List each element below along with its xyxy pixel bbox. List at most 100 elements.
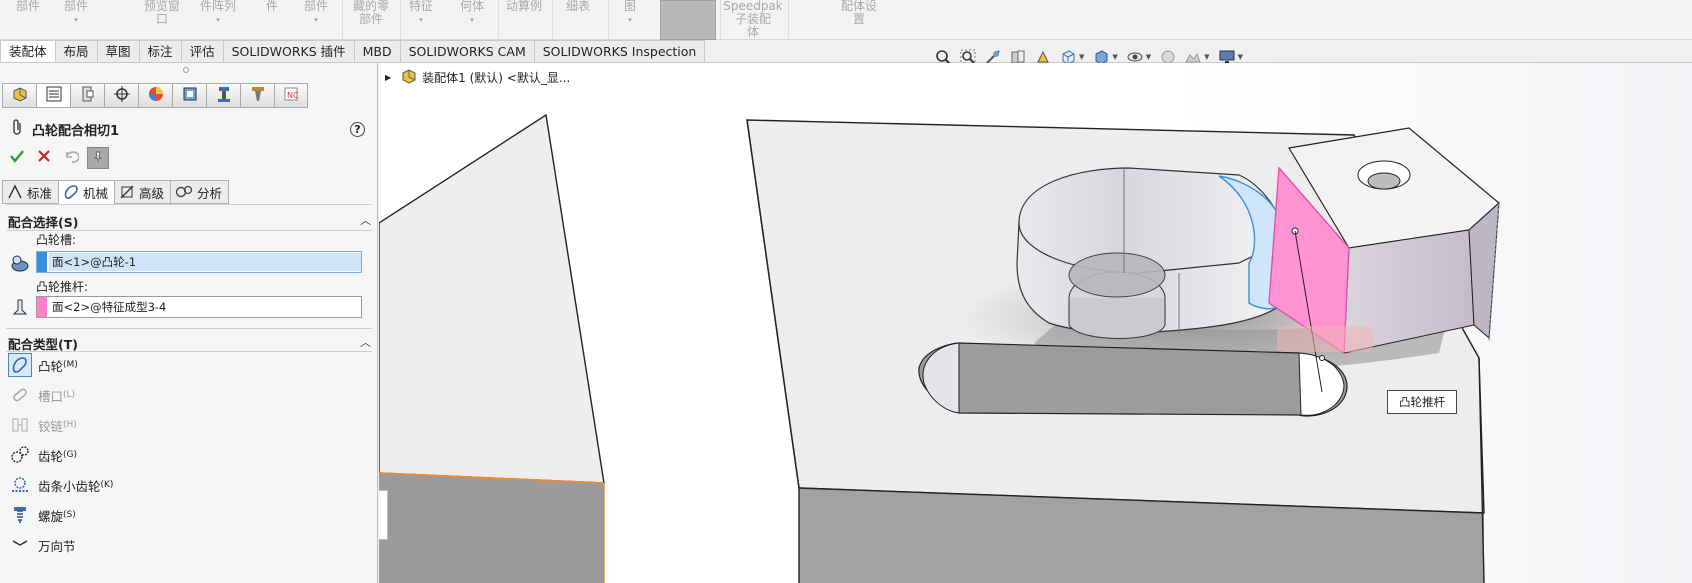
panel-collapse-handle[interactable] [379, 490, 388, 540]
tab-addins[interactable]: SOLIDWORKS 插件 [223, 40, 355, 63]
ribbon-btn-9[interactable]: 动算例 [502, 0, 546, 40]
ribbon-btn-10[interactable]: 细表 [560, 0, 596, 40]
cam-follower-field[interactable]: 面<2>@特征成型3-4 [36, 296, 362, 318]
collapse-selections-icon[interactable]: ︿ [360, 212, 371, 228]
cam-follower-icon [10, 298, 30, 318]
mate-type-gear[interactable]: 齿轮 (G) [8, 443, 77, 467]
advanced-mate-icon [120, 185, 134, 199]
configuration-icon [79, 85, 97, 106]
crosshair-icon [113, 85, 131, 106]
mate-type-slot[interactable]: 槽口 (L) [8, 383, 75, 407]
featuremanager-tab[interactable] [2, 83, 36, 108]
ribbon-btn-11[interactable]: 图 ▾ [620, 0, 640, 40]
standard-mate-icon [8, 184, 22, 199]
cam-feature-tab[interactable] [172, 83, 206, 108]
cam-feature-icon [181, 85, 199, 106]
cam-slot-value: 面<1>@凸轮-1 [49, 253, 361, 271]
mate-selections-header[interactable]: 配合选择(S) [8, 212, 78, 231]
tab-evaluate[interactable]: 评估 [181, 40, 224, 63]
gear-icon [8, 443, 32, 467]
cam-icon [8, 353, 32, 377]
tab-mechanical[interactable]: 机械 [58, 180, 115, 204]
featuremanager-icon [11, 85, 29, 106]
undo-icon [63, 148, 80, 169]
configurationmanager-tab[interactable] [70, 83, 104, 108]
tab-advanced[interactable]: 高级 [114, 180, 171, 204]
tab-mbd[interactable]: MBD [354, 40, 401, 63]
checkmark-icon [9, 148, 25, 169]
tab-assembly[interactable]: 装配体 [0, 40, 56, 63]
ribbon-btn-5[interactable]: 部件 ▾ [296, 0, 336, 40]
cam-nc-tab[interactable]: NC [274, 83, 308, 108]
cam-follower-color-swatch [37, 297, 47, 317]
ribbon-btn-3[interactable]: 件阵列 ▾ [188, 0, 248, 40]
ribbon-btn-config[interactable]: 配体设置 [834, 0, 884, 40]
tab-sketch[interactable]: 草图 [97, 40, 140, 63]
ribbon-btn-1[interactable]: 部件 ▾ [56, 0, 96, 40]
hinge-icon [8, 413, 32, 437]
cam-part[interactable] [1016, 167, 1285, 339]
ribbon-btn-2[interactable]: 预览窗口 [136, 0, 188, 40]
ribbon-btn-6[interactable]: 藏的零 部件 [346, 0, 396, 40]
ribbon-btn-8[interactable]: 何体 ▾ [454, 0, 490, 40]
cam-slot-icon [10, 253, 30, 273]
ok-button[interactable] [6, 147, 28, 169]
collapse-types-icon[interactable]: ︿ [360, 334, 371, 350]
rack-pinion-icon [8, 473, 32, 497]
manager-tabs: NC [2, 83, 308, 108]
displaymanager-tab[interactable] [138, 83, 172, 108]
tab-standard[interactable]: 标准 [2, 180, 59, 204]
base-slot[interactable] [918, 342, 1348, 417]
tab-analysis[interactable]: 分析 [170, 180, 230, 204]
cancel-button[interactable] [33, 147, 55, 169]
mate-type-hinge[interactable]: 铰链 (H) [8, 413, 77, 437]
propertymanager-tab[interactable] [36, 83, 70, 108]
cam-slot-field[interactable]: 面<1>@凸轮-1 [36, 251, 362, 273]
cam-operation-tab[interactable] [206, 83, 240, 108]
cam-follower-label: 凸轮推杆: [36, 280, 89, 294]
ribbon-btn-7[interactable]: 特征 ▾ [404, 0, 438, 40]
mate-name: 凸轮配合相切1 [32, 123, 120, 139]
tab-inspection[interactable]: SOLIDWORKS Inspection [534, 40, 706, 63]
follower-part[interactable] [1268, 127, 1500, 355]
cam-follower-value: 面<2>@特征成型3-4 [52, 300, 167, 314]
cam-tool-icon [249, 85, 267, 106]
ribbon-btn-4[interactable]: 件 [260, 0, 284, 40]
left-block[interactable] [379, 113, 605, 583]
screw-icon [8, 503, 32, 527]
command-tabs: 装配体 布局 草图 标注 评估 SOLIDWORKS 插件 MBD SOLIDW… [0, 40, 706, 63]
analysis-icon [175, 185, 193, 198]
cam-tool-tab[interactable] [240, 83, 274, 108]
cam-mate-icon [64, 185, 78, 200]
solidworks-window: 部件 部件 ▾ 预览窗口 件阵列 ▾ 件 部件 ▾ 藏的零 部件 特征 ▾ 何体 ▾ 动算例… [0, 0, 1692, 583]
mate-type-universal-joint[interactable]: 万向节 [8, 533, 76, 557]
ribbon-selected-button[interactable] [660, 0, 716, 40]
graphics-area[interactable]: ▶ 装配体1 (默认) <默认_显... 凸轮推杆 [379, 63, 1692, 583]
cam-slot-label: 凸轮槽: [36, 233, 77, 247]
panel-grip[interactable] [183, 67, 189, 73]
panel-title: 凸轮配合相切1 [10, 119, 119, 139]
ribbon-btn-speedpak[interactable]: Speedpak 子装配体 [722, 0, 784, 40]
mate-type-cam[interactable]: 凸轮 (M) [8, 353, 78, 377]
tab-layout[interactable]: 布局 [55, 40, 98, 63]
undo-button[interactable] [60, 147, 82, 169]
model-geometry [379, 113, 1500, 583]
mate-tabs: 标准 机械 高级 分析 [2, 180, 230, 204]
ribbon-btn-0[interactable]: 部件 [8, 0, 48, 40]
slot-icon [8, 383, 32, 407]
cam-operation-icon [215, 85, 233, 106]
dimxpert-tab[interactable] [104, 83, 138, 108]
propertymanager-icon [45, 85, 63, 106]
command-ribbon: 部件 部件 ▾ 预览窗口 件阵列 ▾ 件 部件 ▾ 藏的零 部件 特征 ▾ 何体 ▾ 动算例… [0, 0, 1692, 40]
svg-text:NC: NC [287, 91, 299, 100]
close-icon [37, 148, 51, 168]
property-manager: NC 凸轮配合相切1 ? 标准 机械 高级 分析 配合选择(S) ︿ 凸轮槽: … [0, 63, 378, 583]
pin-button[interactable] [87, 147, 109, 169]
pin-icon [92, 151, 104, 166]
callout-label[interactable]: 凸轮推杆 [1387, 390, 1457, 414]
tab-markup[interactable]: 标注 [139, 40, 182, 63]
mate-type-screw[interactable]: 螺旋 (S) [8, 503, 76, 527]
help-button[interactable]: ? [350, 122, 365, 137]
tab-cam[interactable]: SOLIDWORKS CAM [400, 40, 535, 63]
mate-type-rack-pinion[interactable]: 齿条小齿轮 (K) [8, 473, 113, 497]
